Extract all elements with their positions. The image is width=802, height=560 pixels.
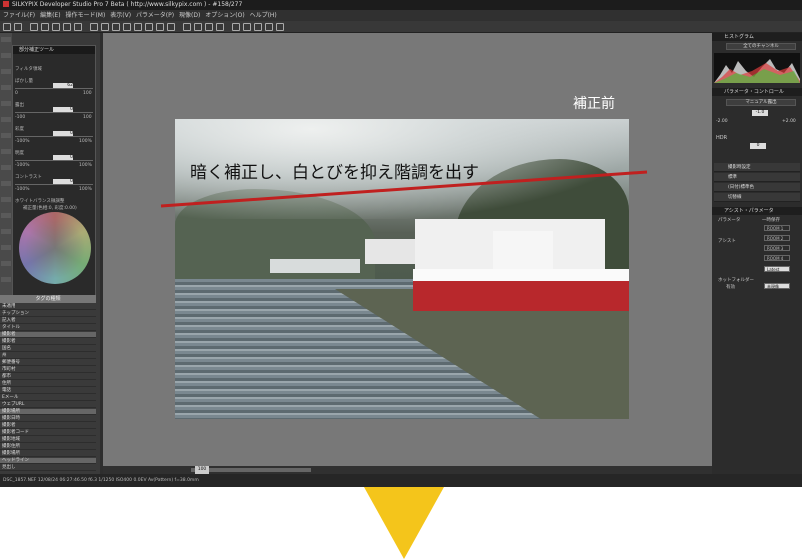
- room-1-button[interactable]: ROOM 1: [764, 225, 790, 231]
- exposure-slider-row[interactable]: -1.0: [714, 109, 800, 118]
- status-bar: DSC_1857.NEF 12/08/24 06:27:46.50 f6.3 1…: [0, 474, 802, 487]
- param-row[interactable]: (日付)標準色: [714, 183, 800, 192]
- param-control-title: パラメータ・コントロール: [712, 88, 802, 96]
- unprocessed-button[interactable]: 未現像: [764, 283, 790, 289]
- row-label: 撮影時設定: [728, 165, 751, 170]
- assist-title: アシスト・パラメータ: [712, 207, 802, 215]
- row-label: (日付)標準色: [728, 185, 755, 190]
- histogram-title: ヒストグラム: [712, 33, 802, 41]
- exposure-min: -2.00: [716, 119, 728, 124]
- exposure-max: +2.00: [782, 119, 796, 124]
- exposure-value[interactable]: -1.0: [752, 110, 768, 116]
- histogram: [714, 53, 800, 83]
- hot-folder-label: ホットフォルダー: [718, 278, 754, 283]
- horizontal-scrollbar[interactable]: 100: [103, 466, 712, 474]
- guide-line: [160, 170, 648, 208]
- down-arrow: [364, 487, 444, 559]
- zoom-value[interactable]: 100: [195, 466, 209, 474]
- histogram-channel-select[interactable]: 全てのチャンネル: [726, 43, 796, 50]
- latest-button[interactable]: Latest: [764, 266, 790, 272]
- temp-group-label: 一時保存: [762, 218, 780, 223]
- param-row[interactable]: 切替線: [714, 193, 800, 202]
- overlay-caption: 暗く補正し、白とびを抑え階調を出す: [190, 163, 479, 183]
- exposure-mode-select[interactable]: マニュアル露出: [726, 99, 796, 106]
- app-window: SILKYPIX Developer Studio Pro 7 Beta ( h…: [0, 0, 802, 487]
- scrollbar-thumb[interactable]: [191, 468, 311, 472]
- hdr-value[interactable]: 0: [750, 143, 766, 149]
- param-row[interactable]: 撮影時設定: [714, 163, 800, 172]
- before-label: 補正前: [573, 96, 615, 112]
- room-3-button[interactable]: ROOM 3: [764, 245, 790, 251]
- param-group-label: パラメータ: [718, 218, 741, 223]
- param-row[interactable]: 標準: [714, 173, 800, 182]
- hdr-label: HDR: [716, 135, 728, 141]
- right-panel: ヒストグラム 全てのチャンネル パラメータ・コントロール マニュアル露出 -1.…: [712, 33, 802, 474]
- row-label: 切替線: [728, 195, 742, 200]
- row-label: 標準: [728, 175, 737, 180]
- room-4-button[interactable]: ROOM 4: [764, 255, 790, 261]
- room-2-button[interactable]: ROOM 2: [764, 235, 790, 241]
- assist-group-label: アシスト: [718, 239, 736, 244]
- valid-checkbox-label[interactable]: 有効: [726, 284, 735, 290]
